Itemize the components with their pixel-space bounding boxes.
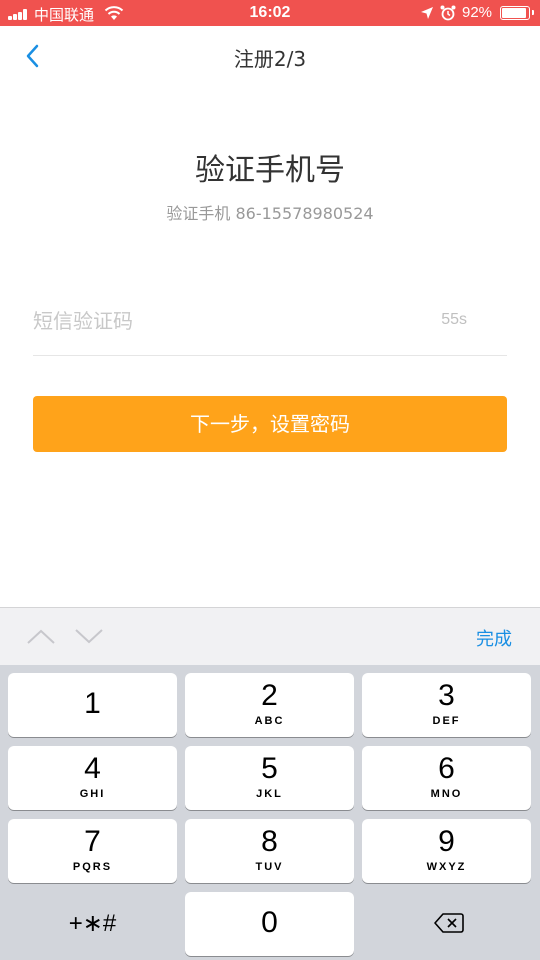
key-digit: 8 bbox=[261, 825, 278, 858]
symbols-key-label: +∗# bbox=[68, 910, 117, 937]
key-digit: 6 bbox=[438, 752, 455, 785]
status-bar: 中国联通 16:02 92% bbox=[0, 0, 540, 26]
next-step-button[interactable]: 下一步，设置密码 bbox=[33, 396, 507, 452]
sms-code-field: 55s bbox=[33, 300, 507, 356]
chevron-up-icon[interactable] bbox=[26, 626, 56, 646]
key-letters: JKL bbox=[256, 788, 283, 800]
key-letters: MNO bbox=[430, 788, 463, 800]
key-7[interactable]: 7 PQRS bbox=[8, 819, 177, 883]
alarm-clock-icon bbox=[440, 5, 456, 21]
key-letters: TUV bbox=[255, 861, 284, 873]
key-6[interactable]: 6 MNO bbox=[362, 746, 531, 810]
key-0[interactable]: 0 bbox=[185, 892, 354, 956]
key-letters: GHI bbox=[79, 788, 106, 800]
key-8[interactable]: 8 TUV bbox=[185, 819, 354, 883]
key-digit: 1 bbox=[84, 687, 101, 720]
delete-key[interactable] bbox=[362, 892, 531, 956]
key-3[interactable]: 3 DEF bbox=[362, 673, 531, 737]
key-1[interactable]: 1 bbox=[8, 673, 177, 737]
battery-percent: 92% bbox=[462, 4, 493, 21]
key-2[interactable]: 2 ABC bbox=[185, 673, 354, 737]
key-digit: 0 bbox=[261, 906, 278, 939]
symbols-key[interactable]: +∗# bbox=[8, 892, 177, 956]
number-keypad: 1 2 ABC 3 DEF 4 GHI 5 JKL 6 MNO 7 PQRS 8… bbox=[0, 665, 540, 960]
keyboard-toolbar: 完成 bbox=[0, 607, 540, 665]
phone-subheading: 验证手机 86-15578980524 bbox=[166, 204, 374, 223]
key-letters: ABC bbox=[254, 715, 285, 727]
key-letters: WXYZ bbox=[426, 861, 467, 873]
key-digit: 2 bbox=[261, 679, 278, 712]
status-time: 16:02 bbox=[249, 4, 291, 21]
key-5[interactable]: 5 JKL bbox=[185, 746, 354, 810]
key-digit: 7 bbox=[84, 825, 101, 858]
key-digit: 9 bbox=[438, 825, 455, 858]
key-9[interactable]: 9 WXYZ bbox=[362, 819, 531, 883]
nav-bar: 注册2/3 bbox=[0, 26, 540, 86]
key-digit: 5 bbox=[261, 752, 278, 785]
key-4[interactable]: 4 GHI bbox=[8, 746, 177, 810]
key-digit: 3 bbox=[438, 679, 455, 712]
battery-icon bbox=[500, 6, 534, 20]
key-letters: DEF bbox=[432, 715, 461, 727]
done-button[interactable]: 完成 bbox=[476, 625, 512, 651]
key-digit: 4 bbox=[84, 752, 101, 785]
chevron-down-icon[interactable] bbox=[74, 626, 104, 646]
sms-code-input[interactable] bbox=[33, 300, 413, 342]
page-title: 注册2/3 bbox=[233, 47, 307, 71]
location-arrow-icon bbox=[421, 7, 433, 19]
backspace-icon bbox=[434, 913, 464, 933]
key-letters: PQRS bbox=[72, 861, 113, 873]
resend-countdown: 55s bbox=[441, 311, 467, 328]
heading: 验证手机号 bbox=[195, 153, 345, 188]
